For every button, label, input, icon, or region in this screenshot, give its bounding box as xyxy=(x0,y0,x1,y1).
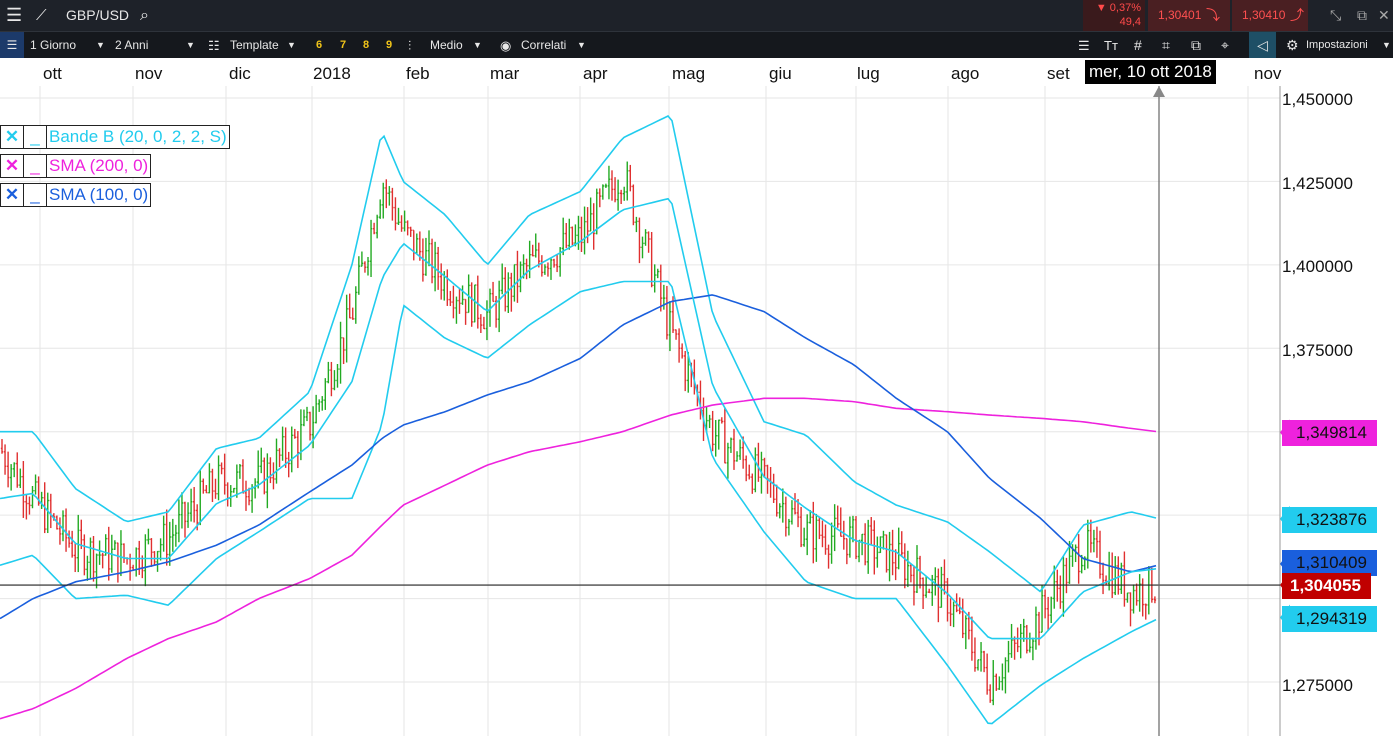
y-tick-label: 1,375000 xyxy=(1282,341,1353,360)
price-chart[interactable] xyxy=(0,0,1393,736)
underline-icon: _ xyxy=(24,155,47,177)
grid xyxy=(0,86,1281,736)
legend-sma100[interactable]: ✕ _ SMA (100, 0) xyxy=(0,183,152,207)
sma200-line xyxy=(0,397,1157,720)
legend-label: SMA (200, 0) xyxy=(49,156,149,175)
bollinger-upper-badge: 1,323876 xyxy=(1282,507,1377,533)
y-tick-label: 1,275000 xyxy=(1282,676,1353,695)
y-tick-label: 1,425000 xyxy=(1282,174,1353,193)
legend-label: Bande B (20, 0, 2, 2, S) xyxy=(49,127,227,146)
remove-icon[interactable]: ✕ xyxy=(1,155,24,177)
y-tick-label: 1,400000 xyxy=(1282,257,1353,276)
underline-icon: _ xyxy=(24,126,47,148)
underline-icon: _ xyxy=(24,184,47,206)
sma200-value-badge: 1,349814 xyxy=(1282,420,1377,446)
cursor-marker xyxy=(1153,86,1165,97)
legend-bollinger[interactable]: ✕ _ Bande B (20, 0, 2, 2, S) xyxy=(0,125,230,149)
price-value-badge: 1,304055 xyxy=(1282,573,1371,599)
legend-sma200[interactable]: ✕ _ SMA (200, 0) xyxy=(0,154,152,178)
remove-icon[interactable]: ✕ xyxy=(1,126,24,148)
chart-overlay xyxy=(0,86,1290,736)
y-tick-label: 1,450000 xyxy=(1282,90,1353,109)
bollinger-lower-badge: 1,294319 xyxy=(1282,606,1377,632)
legend-label: SMA (100, 0) xyxy=(49,185,149,204)
sma100-line xyxy=(0,294,1157,620)
remove-icon[interactable]: ✕ xyxy=(1,184,24,206)
indicator-lines xyxy=(0,115,1157,725)
